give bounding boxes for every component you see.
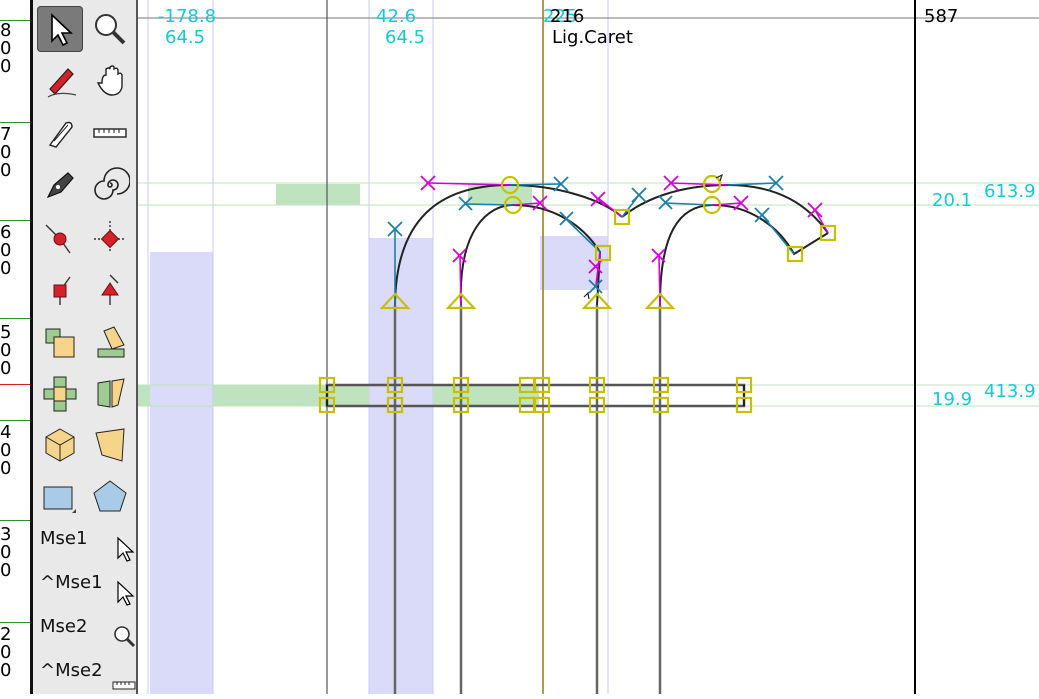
ruler-label: 0 [0,160,12,181]
ruler-tick [0,122,30,123]
tools-palette: Mse1 ^Mse1 Mse2 ^Mse2 [30,0,138,694]
mouse-binding-label: Mse1 [40,528,88,549]
spiro-icon [94,167,130,200]
scale-icon [45,328,75,358]
curve-point-icon [45,224,71,254]
transform-icon [95,428,125,462]
ruler-label: 0 [0,660,12,681]
pen-tool[interactable] [37,162,83,208]
perspective-icon [97,378,125,408]
magnify-tool[interactable] [87,6,133,52]
rotate-icon [43,376,77,412]
skew-tool[interactable] [87,318,133,364]
rectangle-icon [43,486,76,513]
polygon-icon [93,480,127,512]
skew-icon [97,326,125,358]
ruler-icon [93,128,127,138]
rotate-tool[interactable] [37,370,83,416]
pointer-icon [51,13,74,47]
coord-left-x: -178.8 [158,6,217,27]
perspective-tool[interactable] [87,370,133,416]
pointer-icon [112,576,136,606]
knife-icon [48,121,73,148]
upper-hint-width: 20.1 [932,190,973,211]
corner-point-tool[interactable] [87,214,133,260]
hstem-hint-lower-2 [213,385,369,406]
ruler-icon [112,664,136,694]
knife-tool[interactable] [37,110,83,156]
hv-curve-point-tool[interactable] [87,266,133,312]
ruler-label: 0 [0,458,12,479]
freehand-pencil-tool[interactable] [37,58,83,104]
ruler-tick [0,220,30,221]
mouse-binding-label: ^Mse2 [40,660,103,681]
mouse-binding-label: ^Mse1 [40,572,103,593]
hstem-hint-lower [138,385,150,406]
pen-icon [46,172,74,199]
3d-rotate-tool[interactable] [37,422,83,468]
lig-caret-label: Lig.Caret [552,27,633,48]
ruler-baseline-marker [0,384,30,385]
glyph-outline-view[interactable] [138,0,1039,694]
ruler-tick [0,520,30,521]
ruler-label: 0 [0,560,12,581]
scroll-hand-icon [96,65,123,96]
hstem-hint-upper [276,184,360,205]
corner-point-icon [94,221,126,253]
lower-hint-width: 19.9 [932,389,973,410]
transform-tool[interactable] [87,422,133,468]
freehand-pencil-icon [47,68,77,98]
magnify-icon [112,620,136,650]
vstem-hint-1 [150,252,213,694]
ruler-label: 0 [0,56,12,77]
ruler-tool[interactable] [87,110,133,156]
ruler-tick [0,318,30,319]
coord-left-y: 64.5 [165,27,206,48]
curve-point-tool[interactable] [37,214,83,260]
rectangle-tool[interactable] [37,474,83,520]
pointer-tool[interactable] [37,6,83,52]
polygon-tool[interactable] [87,474,133,520]
tangent-point-icon [53,276,71,305]
ruler-label: 0 [0,358,12,379]
upper-hint-position: 613.9 [984,181,1036,202]
spiro-tool[interactable] [87,162,133,208]
coord-mid-y: 64.5 [385,27,426,48]
ruler-tick [0,622,30,623]
pointer-icon [112,532,136,562]
tangent-point-tool[interactable] [37,266,83,312]
vstem-hint-2 [369,238,433,694]
scale-tool[interactable] [37,318,83,364]
scroll-hand-tool[interactable] [87,58,133,104]
coord-mid-x: 42.6 [376,6,417,27]
lower-hint-position: 413.9 [984,381,1036,402]
glyph-canvas[interactable]: -178.8 64.5 42.6 64.5 225 216 Lig.Caret … [138,0,1039,694]
ruler-label: 0 [0,258,12,279]
hv-curve-point-icon [101,274,119,305]
3d-rotate-icon [45,428,75,462]
mouse-binding-label: Mse2 [40,616,88,637]
ruler-tick [0,420,30,421]
vertical-ruler: 800700600500400300200 [0,0,30,694]
advance-width-value: 587 [924,6,959,27]
hstem-hint-lower-3 [433,385,539,406]
caret-value: 216 [550,6,585,27]
magnify-icon [95,14,126,45]
